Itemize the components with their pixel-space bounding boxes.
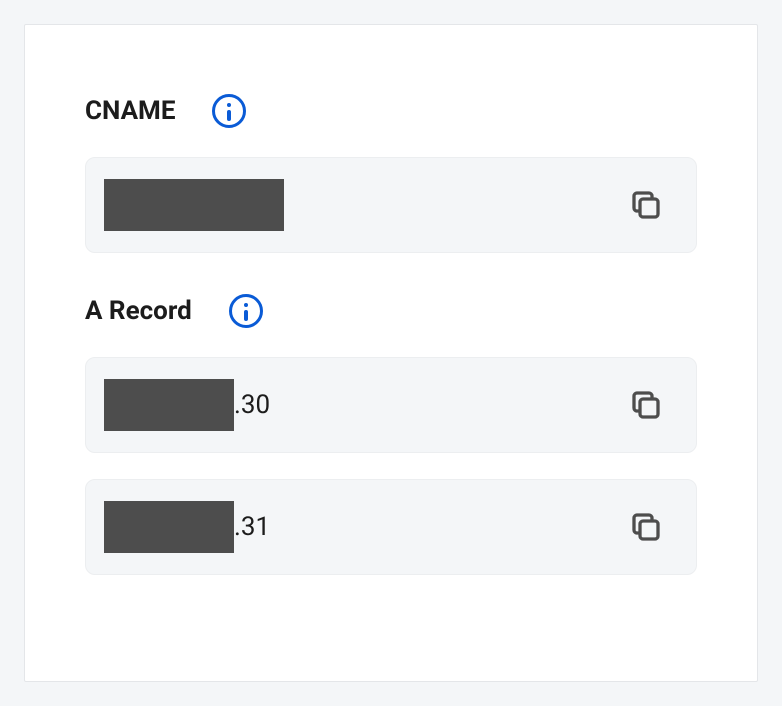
- cname-value: [104, 179, 284, 231]
- cname-header: CNAME: [85, 93, 697, 129]
- cname-section: CNAME: [85, 93, 697, 253]
- info-icon: [212, 94, 246, 128]
- arecord-value-suffix-1: .31: [234, 512, 270, 542]
- copy-arecord-button-0[interactable]: [624, 383, 668, 427]
- cname-value-row: [85, 157, 697, 253]
- arecord-info-icon[interactable]: [228, 293, 264, 329]
- arecord-title: A Record: [85, 296, 192, 326]
- arecord-value-row-0: .30: [85, 357, 697, 453]
- redacted-cname-value: [104, 179, 284, 231]
- copy-cname-button[interactable]: [624, 183, 668, 227]
- arecord-value-0: .30: [104, 379, 270, 431]
- arecord-value-row-1: .31: [85, 479, 697, 575]
- cname-title: CNAME: [85, 96, 175, 126]
- arecord-value-1: .31: [104, 501, 270, 553]
- arecord-value-suffix-0: .30: [234, 390, 270, 420]
- arecord-header: A Record: [85, 293, 697, 329]
- cname-info-icon[interactable]: [211, 93, 247, 129]
- redacted-arecord-value-0: [104, 379, 234, 431]
- dns-settings-panel: CNAME A Record: [24, 24, 758, 682]
- copy-icon: [628, 509, 664, 545]
- copy-arecord-button-1[interactable]: [624, 505, 668, 549]
- redacted-arecord-value-1: [104, 501, 234, 553]
- info-icon: [229, 294, 263, 328]
- arecord-section: A Record .30 .31: [85, 293, 697, 575]
- copy-icon: [628, 387, 664, 423]
- copy-icon: [628, 187, 664, 223]
